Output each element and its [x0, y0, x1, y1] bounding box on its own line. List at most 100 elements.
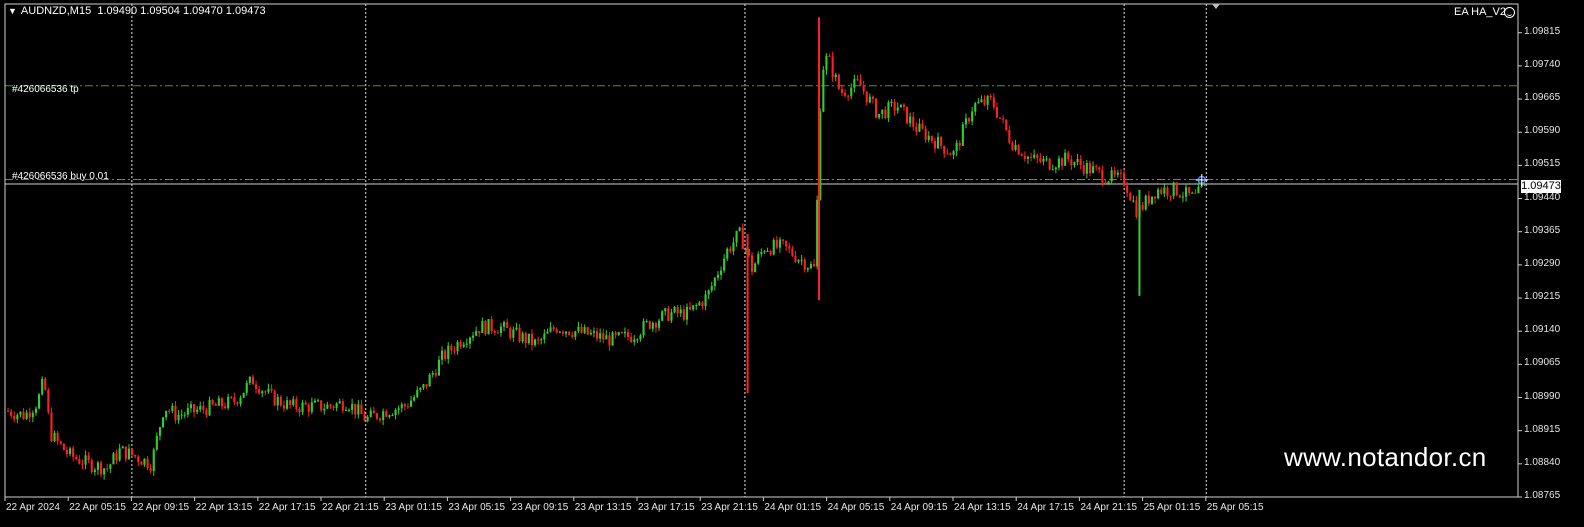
price-tick-label: 1.08915: [1524, 423, 1561, 435]
candle-body: [84, 455, 87, 465]
time-tick-label: 23 Apr 05:15: [448, 502, 506, 513]
candle-body: [828, 55, 831, 57]
smiley-icon[interactable]: [1504, 7, 1515, 18]
candle-body: [385, 411, 388, 417]
candle-body: [1098, 167, 1101, 170]
candle-body: [1110, 170, 1113, 182]
candle-body: [273, 390, 276, 406]
candle-body: [847, 95, 850, 97]
candle-body: [645, 321, 648, 323]
candle-body: [583, 327, 586, 333]
candle-body: [1033, 154, 1036, 158]
candle-body: [1070, 159, 1073, 166]
candle-body: [69, 448, 72, 454]
candle-body: [1147, 195, 1150, 204]
candle-body: [1104, 182, 1107, 184]
time-tick-label: 22 Apr 17:15: [258, 502, 316, 513]
candle-body: [323, 408, 326, 411]
dropdown-triangle-icon[interactable]: ▼: [8, 6, 17, 16]
candle-body: [611, 332, 614, 346]
candle-body: [651, 322, 654, 329]
candle-body: [310, 402, 313, 412]
price-tick-label: 1.09815: [1524, 25, 1561, 37]
candle-body: [735, 230, 738, 243]
candle-body: [1119, 172, 1122, 174]
candle-body: [44, 378, 47, 390]
price-tick-label: 1.09140: [1524, 324, 1561, 336]
expert-advisor-name[interactable]: EA HA_V2: [1454, 6, 1506, 18]
candle-body: [1011, 142, 1014, 150]
candle-body: [586, 327, 589, 335]
candle-body: [558, 331, 561, 333]
candle-body: [527, 333, 530, 344]
candle-body: [255, 384, 258, 389]
candle-body: [369, 410, 372, 417]
candle-body: [475, 331, 478, 336]
candle-body: [899, 104, 902, 108]
candle-body: [707, 290, 710, 295]
candle-body: [537, 339, 540, 341]
symbol-header[interactable]: ▼ AUDNZD,M15 1.09490 1.09504 1.09470 1.09…: [8, 5, 266, 17]
candle-body: [862, 85, 865, 92]
candle-body: [193, 404, 196, 413]
candle-body: [75, 456, 78, 460]
candle-body: [1144, 195, 1147, 210]
candle-body: [636, 339, 639, 341]
candle-body: [803, 259, 806, 270]
candle-body: [189, 404, 192, 409]
candle-body: [146, 458, 149, 469]
candle-body: [961, 124, 964, 146]
candle-body: [25, 412, 28, 419]
price-tick-label: 1.08840: [1524, 456, 1561, 468]
candle-body: [568, 331, 571, 335]
candle-body: [1135, 200, 1138, 218]
time-tick-label: 22 Apr 13:15: [195, 502, 253, 513]
candle-body: [766, 250, 769, 252]
candle-body: [152, 449, 155, 472]
candle-body: [177, 414, 180, 421]
candle-body: [574, 331, 577, 337]
price-tick-label: 1.09515: [1524, 158, 1561, 170]
candle-body: [267, 388, 270, 392]
candle-body: [171, 405, 174, 411]
candle-body: [642, 321, 645, 336]
candle-body: [1079, 159, 1082, 166]
candle-body: [397, 408, 400, 410]
chart-window[interactable]: ▼ AUDNZD,M15 1.09490 1.09504 1.09470 1.09…: [0, 0, 1584, 527]
axis-layer: [4, 3, 1522, 501]
price-tick-label: 1.08990: [1524, 390, 1561, 402]
candle-body: [1085, 162, 1088, 174]
candle-body: [754, 263, 757, 273]
candle-body: [791, 248, 794, 256]
candle-body: [599, 333, 602, 339]
time-tick-label: 24 Apr 13:15: [954, 502, 1011, 513]
candle-body: [106, 468, 109, 470]
candle-body: [137, 456, 140, 462]
candle-body: [78, 459, 81, 464]
candle-body: [555, 329, 558, 333]
time-tick-label: 23 Apr 21:15: [701, 502, 758, 513]
time-tick-label: 24 Apr 01:15: [764, 502, 822, 513]
candle-body: [664, 308, 667, 312]
candle-body: [394, 409, 397, 416]
time-tick-label: 24 Apr 09:15: [890, 502, 948, 513]
candle-body: [943, 145, 946, 154]
order-lines: [5, 85, 1518, 185]
candle-body: [317, 400, 320, 402]
watermark-text: www.notandor.cn: [1284, 442, 1487, 472]
candle-body: [738, 227, 741, 231]
candle-body: [506, 322, 509, 329]
candle-body: [121, 446, 124, 449]
candle-body: [100, 462, 103, 475]
candle-body: [785, 240, 788, 247]
candle-body: [521, 333, 524, 342]
candle-body: [1163, 187, 1166, 194]
time-tick-label: 23 Apr 17:15: [638, 502, 695, 513]
candle-body: [344, 409, 347, 411]
candle-body: [7, 410, 10, 412]
candle-body: [515, 327, 518, 330]
candle-body: [186, 408, 189, 415]
candle-body: [10, 411, 13, 416]
candle-body: [937, 136, 940, 149]
candle-body: [236, 402, 239, 404]
